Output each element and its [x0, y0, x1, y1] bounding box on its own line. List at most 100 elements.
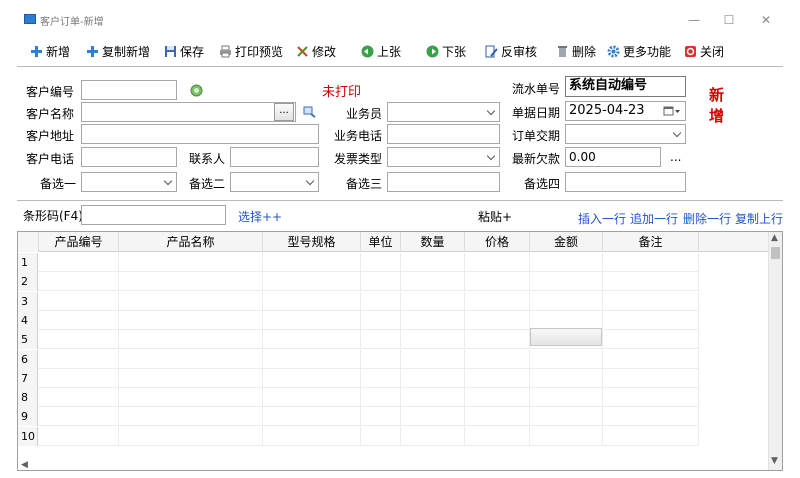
grid-cell[interactable]: [263, 388, 361, 408]
more-functions-button[interactable]: 更多功能: [607, 42, 671, 60]
table-row[interactable]: 7: [18, 368, 699, 388]
grid-cell[interactable]: [39, 310, 119, 330]
grid-cell[interactable]: [401, 388, 465, 408]
grid-cell[interactable]: [603, 368, 699, 388]
grid-cell[interactable]: [119, 330, 263, 350]
table-row[interactable]: 6: [18, 349, 699, 369]
col-model-spec[interactable]: 型号规格: [263, 232, 361, 252]
close-button[interactable]: 关闭: [684, 42, 724, 60]
grid-cell[interactable]: [361, 368, 401, 388]
grid-cell[interactable]: [263, 368, 361, 388]
grid-cell[interactable]: [39, 349, 119, 369]
search-icon[interactable]: [303, 106, 316, 118]
append-row-link[interactable]: 追加一行: [630, 210, 678, 227]
copy-new-button[interactable]: 复制新增: [86, 42, 150, 60]
grid-cell[interactable]: [263, 349, 361, 369]
grid-cell[interactable]: [401, 330, 465, 350]
grid-cell[interactable]: [603, 426, 699, 446]
table-row[interactable]: 2: [18, 272, 699, 292]
grid-cell[interactable]: [119, 426, 263, 446]
grid-cell[interactable]: [39, 407, 119, 427]
grid-cell[interactable]: [465, 388, 530, 408]
grid-cell[interactable]: [603, 291, 699, 311]
grid-cell[interactable]: [39, 253, 119, 272]
barcode-input[interactable]: [81, 205, 226, 225]
salesman-select[interactable]: [387, 102, 500, 122]
table-row[interactable]: 10: [18, 426, 699, 446]
contact-input[interactable]: [230, 147, 319, 167]
grid-cell[interactable]: [39, 426, 119, 446]
grid-cell[interactable]: [401, 253, 465, 272]
grid-cell[interactable]: [401, 349, 465, 369]
grid-cell[interactable]: [263, 426, 361, 446]
grid-cell[interactable]: [465, 349, 530, 369]
grid-cell[interactable]: [465, 426, 530, 446]
grid-cell[interactable]: [119, 349, 263, 369]
grid-cell[interactable]: [530, 272, 603, 292]
grid-cell[interactable]: [465, 272, 530, 292]
invoice-type-select[interactable]: [387, 147, 500, 167]
next-button[interactable]: 下张: [426, 42, 466, 60]
grid-cell[interactable]: [119, 253, 263, 272]
grid-cell[interactable]: [119, 310, 263, 330]
grid-cell[interactable]: [530, 349, 603, 369]
col-unit[interactable]: 单位: [361, 232, 401, 252]
print-preview-button[interactable]: 打印预览: [219, 42, 283, 60]
delivery-date-select[interactable]: [565, 124, 686, 144]
grid-cell[interactable]: [603, 272, 699, 292]
delete-row-link[interactable]: 删除一行: [683, 210, 731, 227]
grid-cell[interactable]: [401, 310, 465, 330]
business-phone-input[interactable]: [387, 124, 500, 144]
close-window-button[interactable]: ✕: [756, 10, 776, 30]
grid-cell[interactable]: [530, 253, 603, 272]
option4-input[interactable]: [565, 172, 686, 192]
customer-phone-input[interactable]: [81, 147, 177, 167]
col-price[interactable]: 价格: [465, 232, 530, 252]
option1-select[interactable]: [81, 172, 177, 192]
grid-cell[interactable]: [263, 272, 361, 292]
insert-row-link[interactable]: 插入一行: [578, 210, 626, 227]
delete-button[interactable]: 删除: [556, 42, 596, 60]
scroll-up-icon[interactable]: ▲: [771, 233, 778, 243]
minimize-button[interactable]: —: [684, 10, 704, 30]
grid-cell[interactable]: [465, 291, 530, 311]
col-product-code[interactable]: 产品编号: [39, 232, 119, 252]
col-remark[interactable]: 备注: [603, 232, 699, 252]
grid-cell[interactable]: [361, 253, 401, 272]
grid-cell[interactable]: [263, 291, 361, 311]
grid-cell[interactable]: [39, 330, 119, 350]
scroll-down-icon[interactable]: ▼: [771, 456, 778, 466]
grid-cell[interactable]: [401, 368, 465, 388]
grid-cell[interactable]: [530, 388, 603, 408]
customer-name-browse-button[interactable]: ...: [274, 103, 294, 121]
table-row[interactable]: 9: [18, 407, 699, 427]
grid-cell[interactable]: [39, 368, 119, 388]
grid-cell[interactable]: [603, 330, 699, 350]
paste-plus-button[interactable]: 粘贴+: [478, 208, 512, 225]
grid-cell[interactable]: [263, 253, 361, 272]
scroll-left-icon[interactable]: ◀: [21, 460, 28, 470]
grid-cell[interactable]: [401, 272, 465, 292]
grid-cell[interactable]: [603, 253, 699, 272]
grid-cell[interactable]: [361, 388, 401, 408]
grid-cell[interactable]: [401, 426, 465, 446]
grid-cell[interactable]: [119, 388, 263, 408]
calendar-dropdown-icon[interactable]: [663, 105, 681, 117]
grid-cell[interactable]: [401, 291, 465, 311]
maximize-button[interactable]: ☐: [719, 10, 739, 30]
table-row[interactable]: 8: [18, 388, 699, 408]
customer-code-input[interactable]: [81, 80, 177, 100]
grid-cell[interactable]: [361, 330, 401, 350]
vertical-scrollbar[interactable]: ▲ ▼: [768, 232, 782, 470]
grid-cell[interactable]: [39, 388, 119, 408]
grid-cell[interactable]: [361, 349, 401, 369]
customer-address-input[interactable]: [81, 124, 319, 144]
customer-name-input[interactable]: [81, 102, 296, 122]
grid-cell[interactable]: [530, 291, 603, 311]
grid-cell[interactable]: [530, 407, 603, 427]
copy-previous-row-link[interactable]: 复制上行: [735, 210, 783, 227]
grid-cell[interactable]: [39, 291, 119, 311]
modify-button[interactable]: 修改: [296, 42, 336, 60]
unapprove-button[interactable]: 反审核: [485, 42, 537, 60]
option3-input[interactable]: [387, 172, 500, 192]
